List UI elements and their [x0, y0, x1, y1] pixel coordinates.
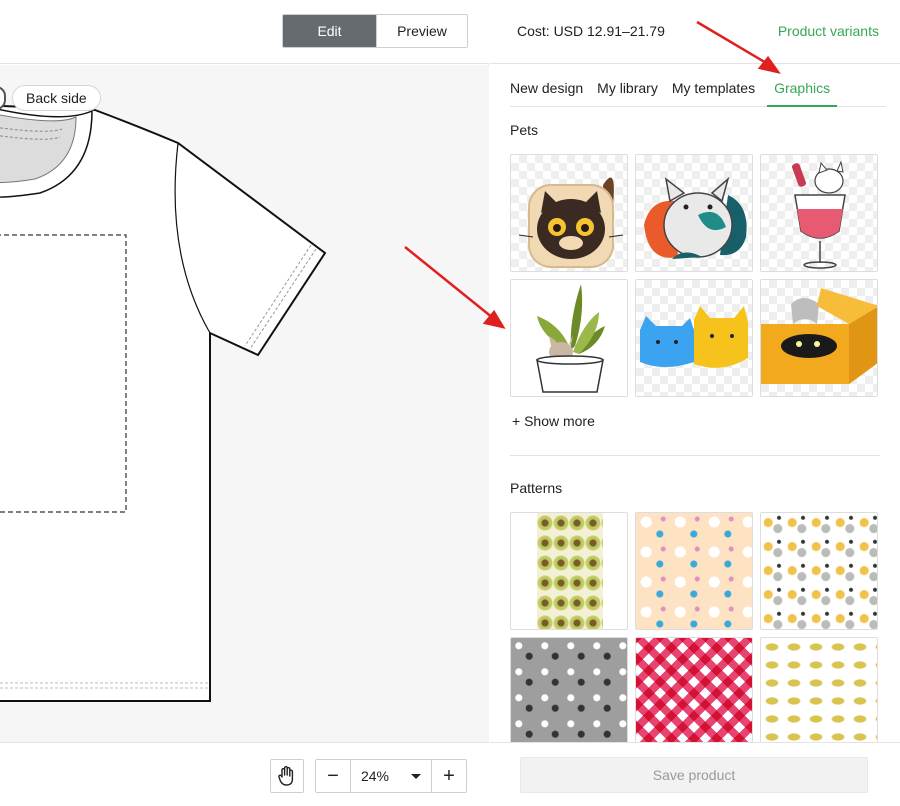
panel-header: Cost: USD 12.91–21.79 Product variants [490, 0, 900, 64]
section-divider [510, 455, 880, 456]
pattern-avocado[interactable] [510, 512, 628, 630]
tab-new-design[interactable]: New design [510, 74, 590, 107]
cat-box-image [761, 288, 877, 384]
side-panel: Cost: USD 12.91–21.79 Product variants N… [490, 0, 900, 806]
front-side-dot[interactable] [0, 86, 6, 110]
hand-icon [278, 766, 294, 786]
show-more-button[interactable]: + Show more [512, 413, 595, 429]
graphic-cat-plant[interactable] [510, 279, 628, 397]
tab-my-templates[interactable]: My templates [672, 74, 762, 107]
design-canvas[interactable]: Back side [0, 65, 489, 742]
pattern-paws[interactable] [510, 637, 628, 742]
pattern-ice-cream[interactable] [635, 637, 753, 742]
graphic-cat-box[interactable] [760, 279, 878, 397]
cat-bread-image [518, 177, 624, 268]
graphic-cat-bread[interactable] [510, 154, 628, 272]
edit-mode-button[interactable]: Edit [283, 15, 376, 47]
graphic-cat-leaf[interactable] [635, 154, 753, 272]
tshirt-mockup [0, 104, 327, 702]
graphic-cat-wine[interactable] [760, 154, 878, 272]
design-editor: Edit Preview Back side − 24% + [0, 0, 489, 806]
pattern-clouds[interactable] [635, 512, 753, 630]
zoom-value: 24% [360, 768, 390, 784]
save-product-button[interactable]: Save product [520, 757, 868, 793]
pattern-cats[interactable] [760, 512, 878, 630]
editor-bottom-bar: − 24% + [0, 742, 489, 806]
tab-graphics[interactable]: Graphics [767, 74, 838, 107]
zoom-select[interactable]: 24% [350, 760, 432, 792]
graphic-cats-blue-yellow[interactable] [635, 279, 753, 397]
panel-tabs: New design My library My templates Graph… [510, 74, 886, 107]
zoom-out-button[interactable]: − [316, 760, 350, 792]
zoom-control: − 24% + [315, 759, 467, 793]
pattern-lemons[interactable] [760, 637, 878, 742]
tab-my-library[interactable]: My library [597, 74, 665, 107]
cat-plant-image [536, 284, 605, 393]
editor-toolbar: Edit Preview [0, 0, 489, 64]
side-switcher: Back side [0, 85, 101, 111]
pets-section-title: Pets [510, 122, 539, 138]
cat-leaf-image [644, 176, 747, 259]
panel-footer: Save product [490, 742, 900, 806]
cost-label: Cost: USD 12.91–21.79 [517, 23, 665, 39]
zoom-in-button[interactable]: + [432, 760, 466, 792]
patterns-section-title: Patterns [510, 480, 563, 496]
caret-down-icon [411, 773, 422, 779]
back-side-button[interactable]: Back side [12, 85, 101, 111]
pan-tool-button[interactable] [270, 759, 304, 793]
cats-blue-yellow-image [640, 306, 748, 368]
preview-mode-button[interactable]: Preview [376, 15, 467, 47]
cat-wine-image [791, 160, 846, 269]
product-variants-link[interactable]: Product variants [778, 23, 879, 39]
graphics-list[interactable]: Pets + Show more Patterns [490, 108, 900, 742]
mode-switch: Edit Preview [282, 14, 468, 48]
